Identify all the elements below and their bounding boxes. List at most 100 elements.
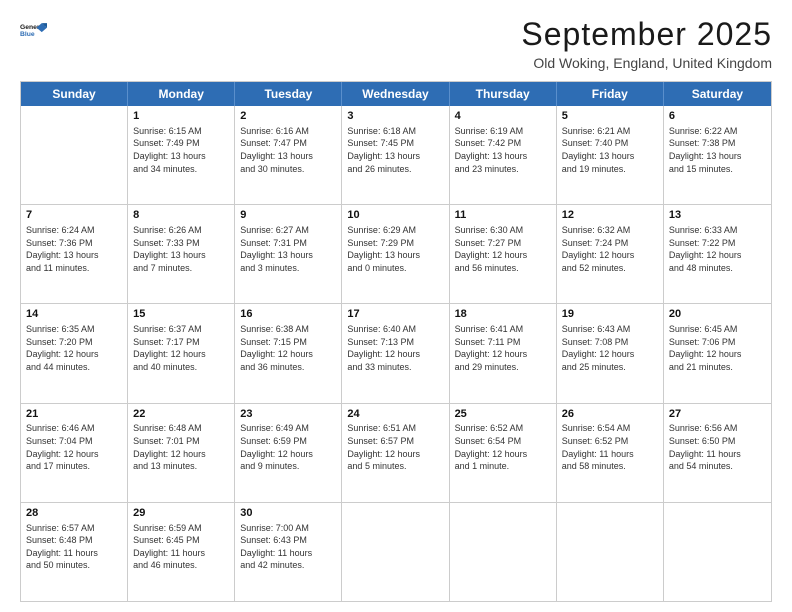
calendar-day-22: 22Sunrise: 6:48 AM Sunset: 7:01 PM Dayli… (128, 404, 235, 502)
calendar-day-6: 6Sunrise: 6:22 AM Sunset: 7:38 PM Daylig… (664, 106, 771, 204)
calendar-day-2: 2Sunrise: 6:16 AM Sunset: 7:47 PM Daylig… (235, 106, 342, 204)
day-info: Sunrise: 6:45 AM Sunset: 7:06 PM Dayligh… (669, 323, 766, 373)
day-info: Sunrise: 6:33 AM Sunset: 7:22 PM Dayligh… (669, 224, 766, 274)
calendar-week-1: 1Sunrise: 6:15 AM Sunset: 7:49 PM Daylig… (21, 106, 771, 205)
day-info: Sunrise: 6:59 AM Sunset: 6:45 PM Dayligh… (133, 522, 229, 572)
day-info: Sunrise: 6:51 AM Sunset: 6:57 PM Dayligh… (347, 422, 443, 472)
calendar-day-13: 13Sunrise: 6:33 AM Sunset: 7:22 PM Dayli… (664, 205, 771, 303)
calendar-day-18: 18Sunrise: 6:41 AM Sunset: 7:11 PM Dayli… (450, 304, 557, 402)
header-day-friday: Friday (557, 82, 664, 106)
day-number: 21 (26, 407, 122, 422)
calendar-day-16: 16Sunrise: 6:38 AM Sunset: 7:15 PM Dayli… (235, 304, 342, 402)
calendar-day-25: 25Sunrise: 6:52 AM Sunset: 6:54 PM Dayli… (450, 404, 557, 502)
calendar-empty-cell (664, 503, 771, 601)
day-number: 16 (240, 307, 336, 322)
calendar-day-23: 23Sunrise: 6:49 AM Sunset: 6:59 PM Dayli… (235, 404, 342, 502)
calendar-empty-cell (450, 503, 557, 601)
svg-text:Blue: Blue (20, 31, 35, 38)
calendar-empty-cell (342, 503, 449, 601)
day-number: 12 (562, 208, 658, 223)
day-info: Sunrise: 6:30 AM Sunset: 7:27 PM Dayligh… (455, 224, 551, 274)
month-title: September 2025 (521, 16, 772, 53)
day-info: Sunrise: 6:21 AM Sunset: 7:40 PM Dayligh… (562, 125, 658, 175)
day-number: 5 (562, 109, 658, 124)
day-info: Sunrise: 6:56 AM Sunset: 6:50 PM Dayligh… (669, 422, 766, 472)
header-day-tuesday: Tuesday (235, 82, 342, 106)
day-info: Sunrise: 6:16 AM Sunset: 7:47 PM Dayligh… (240, 125, 336, 175)
header: GeneralBlue September 2025 Old Woking, E… (20, 16, 772, 71)
header-day-sunday: Sunday (21, 82, 128, 106)
calendar-body: 1Sunrise: 6:15 AM Sunset: 7:49 PM Daylig… (21, 106, 771, 601)
day-info: Sunrise: 6:19 AM Sunset: 7:42 PM Dayligh… (455, 125, 551, 175)
calendar-day-28: 28Sunrise: 6:57 AM Sunset: 6:48 PM Dayli… (21, 503, 128, 601)
day-number: 30 (240, 506, 336, 521)
calendar-week-5: 28Sunrise: 6:57 AM Sunset: 6:48 PM Dayli… (21, 503, 771, 601)
day-info: Sunrise: 6:35 AM Sunset: 7:20 PM Dayligh… (26, 323, 122, 373)
calendar-week-2: 7Sunrise: 6:24 AM Sunset: 7:36 PM Daylig… (21, 205, 771, 304)
calendar-day-20: 20Sunrise: 6:45 AM Sunset: 7:06 PM Dayli… (664, 304, 771, 402)
calendar-day-10: 10Sunrise: 6:29 AM Sunset: 7:29 PM Dayli… (342, 205, 449, 303)
day-number: 10 (347, 208, 443, 223)
day-info: Sunrise: 6:22 AM Sunset: 7:38 PM Dayligh… (669, 125, 766, 175)
header-day-thursday: Thursday (450, 82, 557, 106)
day-info: Sunrise: 6:48 AM Sunset: 7:01 PM Dayligh… (133, 422, 229, 472)
calendar-header: SundayMondayTuesdayWednesdayThursdayFrid… (21, 82, 771, 106)
calendar-empty-cell (557, 503, 664, 601)
calendar-day-14: 14Sunrise: 6:35 AM Sunset: 7:20 PM Dayli… (21, 304, 128, 402)
day-number: 28 (26, 506, 122, 521)
day-number: 3 (347, 109, 443, 124)
day-info: Sunrise: 6:57 AM Sunset: 6:48 PM Dayligh… (26, 522, 122, 572)
header-day-monday: Monday (128, 82, 235, 106)
day-number: 9 (240, 208, 336, 223)
day-number: 18 (455, 307, 551, 322)
day-info: Sunrise: 6:29 AM Sunset: 7:29 PM Dayligh… (347, 224, 443, 274)
calendar-day-1: 1Sunrise: 6:15 AM Sunset: 7:49 PM Daylig… (128, 106, 235, 204)
day-number: 17 (347, 307, 443, 322)
header-day-wednesday: Wednesday (342, 82, 449, 106)
calendar-day-30: 30Sunrise: 7:00 AM Sunset: 6:43 PM Dayli… (235, 503, 342, 601)
day-info: Sunrise: 6:27 AM Sunset: 7:31 PM Dayligh… (240, 224, 336, 274)
calendar-empty-cell (21, 106, 128, 204)
day-number: 2 (240, 109, 336, 124)
day-number: 23 (240, 407, 336, 422)
day-info: Sunrise: 6:52 AM Sunset: 6:54 PM Dayligh… (455, 422, 551, 472)
day-number: 4 (455, 109, 551, 124)
calendar: SundayMondayTuesdayWednesdayThursdayFrid… (20, 81, 772, 602)
day-number: 11 (455, 208, 551, 223)
day-number: 20 (669, 307, 766, 322)
logo-icon: GeneralBlue (20, 16, 50, 46)
calendar-day-8: 8Sunrise: 6:26 AM Sunset: 7:33 PM Daylig… (128, 205, 235, 303)
day-info: Sunrise: 7:00 AM Sunset: 6:43 PM Dayligh… (240, 522, 336, 572)
page: GeneralBlue September 2025 Old Woking, E… (0, 0, 792, 612)
day-info: Sunrise: 6:46 AM Sunset: 7:04 PM Dayligh… (26, 422, 122, 472)
day-number: 26 (562, 407, 658, 422)
title-block: September 2025 Old Woking, England, Unit… (521, 16, 772, 71)
calendar-week-3: 14Sunrise: 6:35 AM Sunset: 7:20 PM Dayli… (21, 304, 771, 403)
day-info: Sunrise: 6:38 AM Sunset: 7:15 PM Dayligh… (240, 323, 336, 373)
calendar-day-7: 7Sunrise: 6:24 AM Sunset: 7:36 PM Daylig… (21, 205, 128, 303)
day-info: Sunrise: 6:37 AM Sunset: 7:17 PM Dayligh… (133, 323, 229, 373)
day-number: 8 (133, 208, 229, 223)
day-info: Sunrise: 6:41 AM Sunset: 7:11 PM Dayligh… (455, 323, 551, 373)
calendar-day-17: 17Sunrise: 6:40 AM Sunset: 7:13 PM Dayli… (342, 304, 449, 402)
day-number: 13 (669, 208, 766, 223)
day-info: Sunrise: 6:40 AM Sunset: 7:13 PM Dayligh… (347, 323, 443, 373)
day-number: 22 (133, 407, 229, 422)
day-number: 1 (133, 109, 229, 124)
calendar-day-27: 27Sunrise: 6:56 AM Sunset: 6:50 PM Dayli… (664, 404, 771, 502)
calendar-day-24: 24Sunrise: 6:51 AM Sunset: 6:57 PM Dayli… (342, 404, 449, 502)
day-info: Sunrise: 6:49 AM Sunset: 6:59 PM Dayligh… (240, 422, 336, 472)
day-info: Sunrise: 6:24 AM Sunset: 7:36 PM Dayligh… (26, 224, 122, 274)
calendar-day-29: 29Sunrise: 6:59 AM Sunset: 6:45 PM Dayli… (128, 503, 235, 601)
calendar-day-12: 12Sunrise: 6:32 AM Sunset: 7:24 PM Dayli… (557, 205, 664, 303)
day-number: 27 (669, 407, 766, 422)
calendar-day-3: 3Sunrise: 6:18 AM Sunset: 7:45 PM Daylig… (342, 106, 449, 204)
day-number: 29 (133, 506, 229, 521)
logo: GeneralBlue (20, 16, 50, 46)
calendar-day-26: 26Sunrise: 6:54 AM Sunset: 6:52 PM Dayli… (557, 404, 664, 502)
subtitle: Old Woking, England, United Kingdom (521, 55, 772, 71)
header-day-saturday: Saturday (664, 82, 771, 106)
day-info: Sunrise: 6:32 AM Sunset: 7:24 PM Dayligh… (562, 224, 658, 274)
calendar-day-11: 11Sunrise: 6:30 AM Sunset: 7:27 PM Dayli… (450, 205, 557, 303)
calendar-day-4: 4Sunrise: 6:19 AM Sunset: 7:42 PM Daylig… (450, 106, 557, 204)
